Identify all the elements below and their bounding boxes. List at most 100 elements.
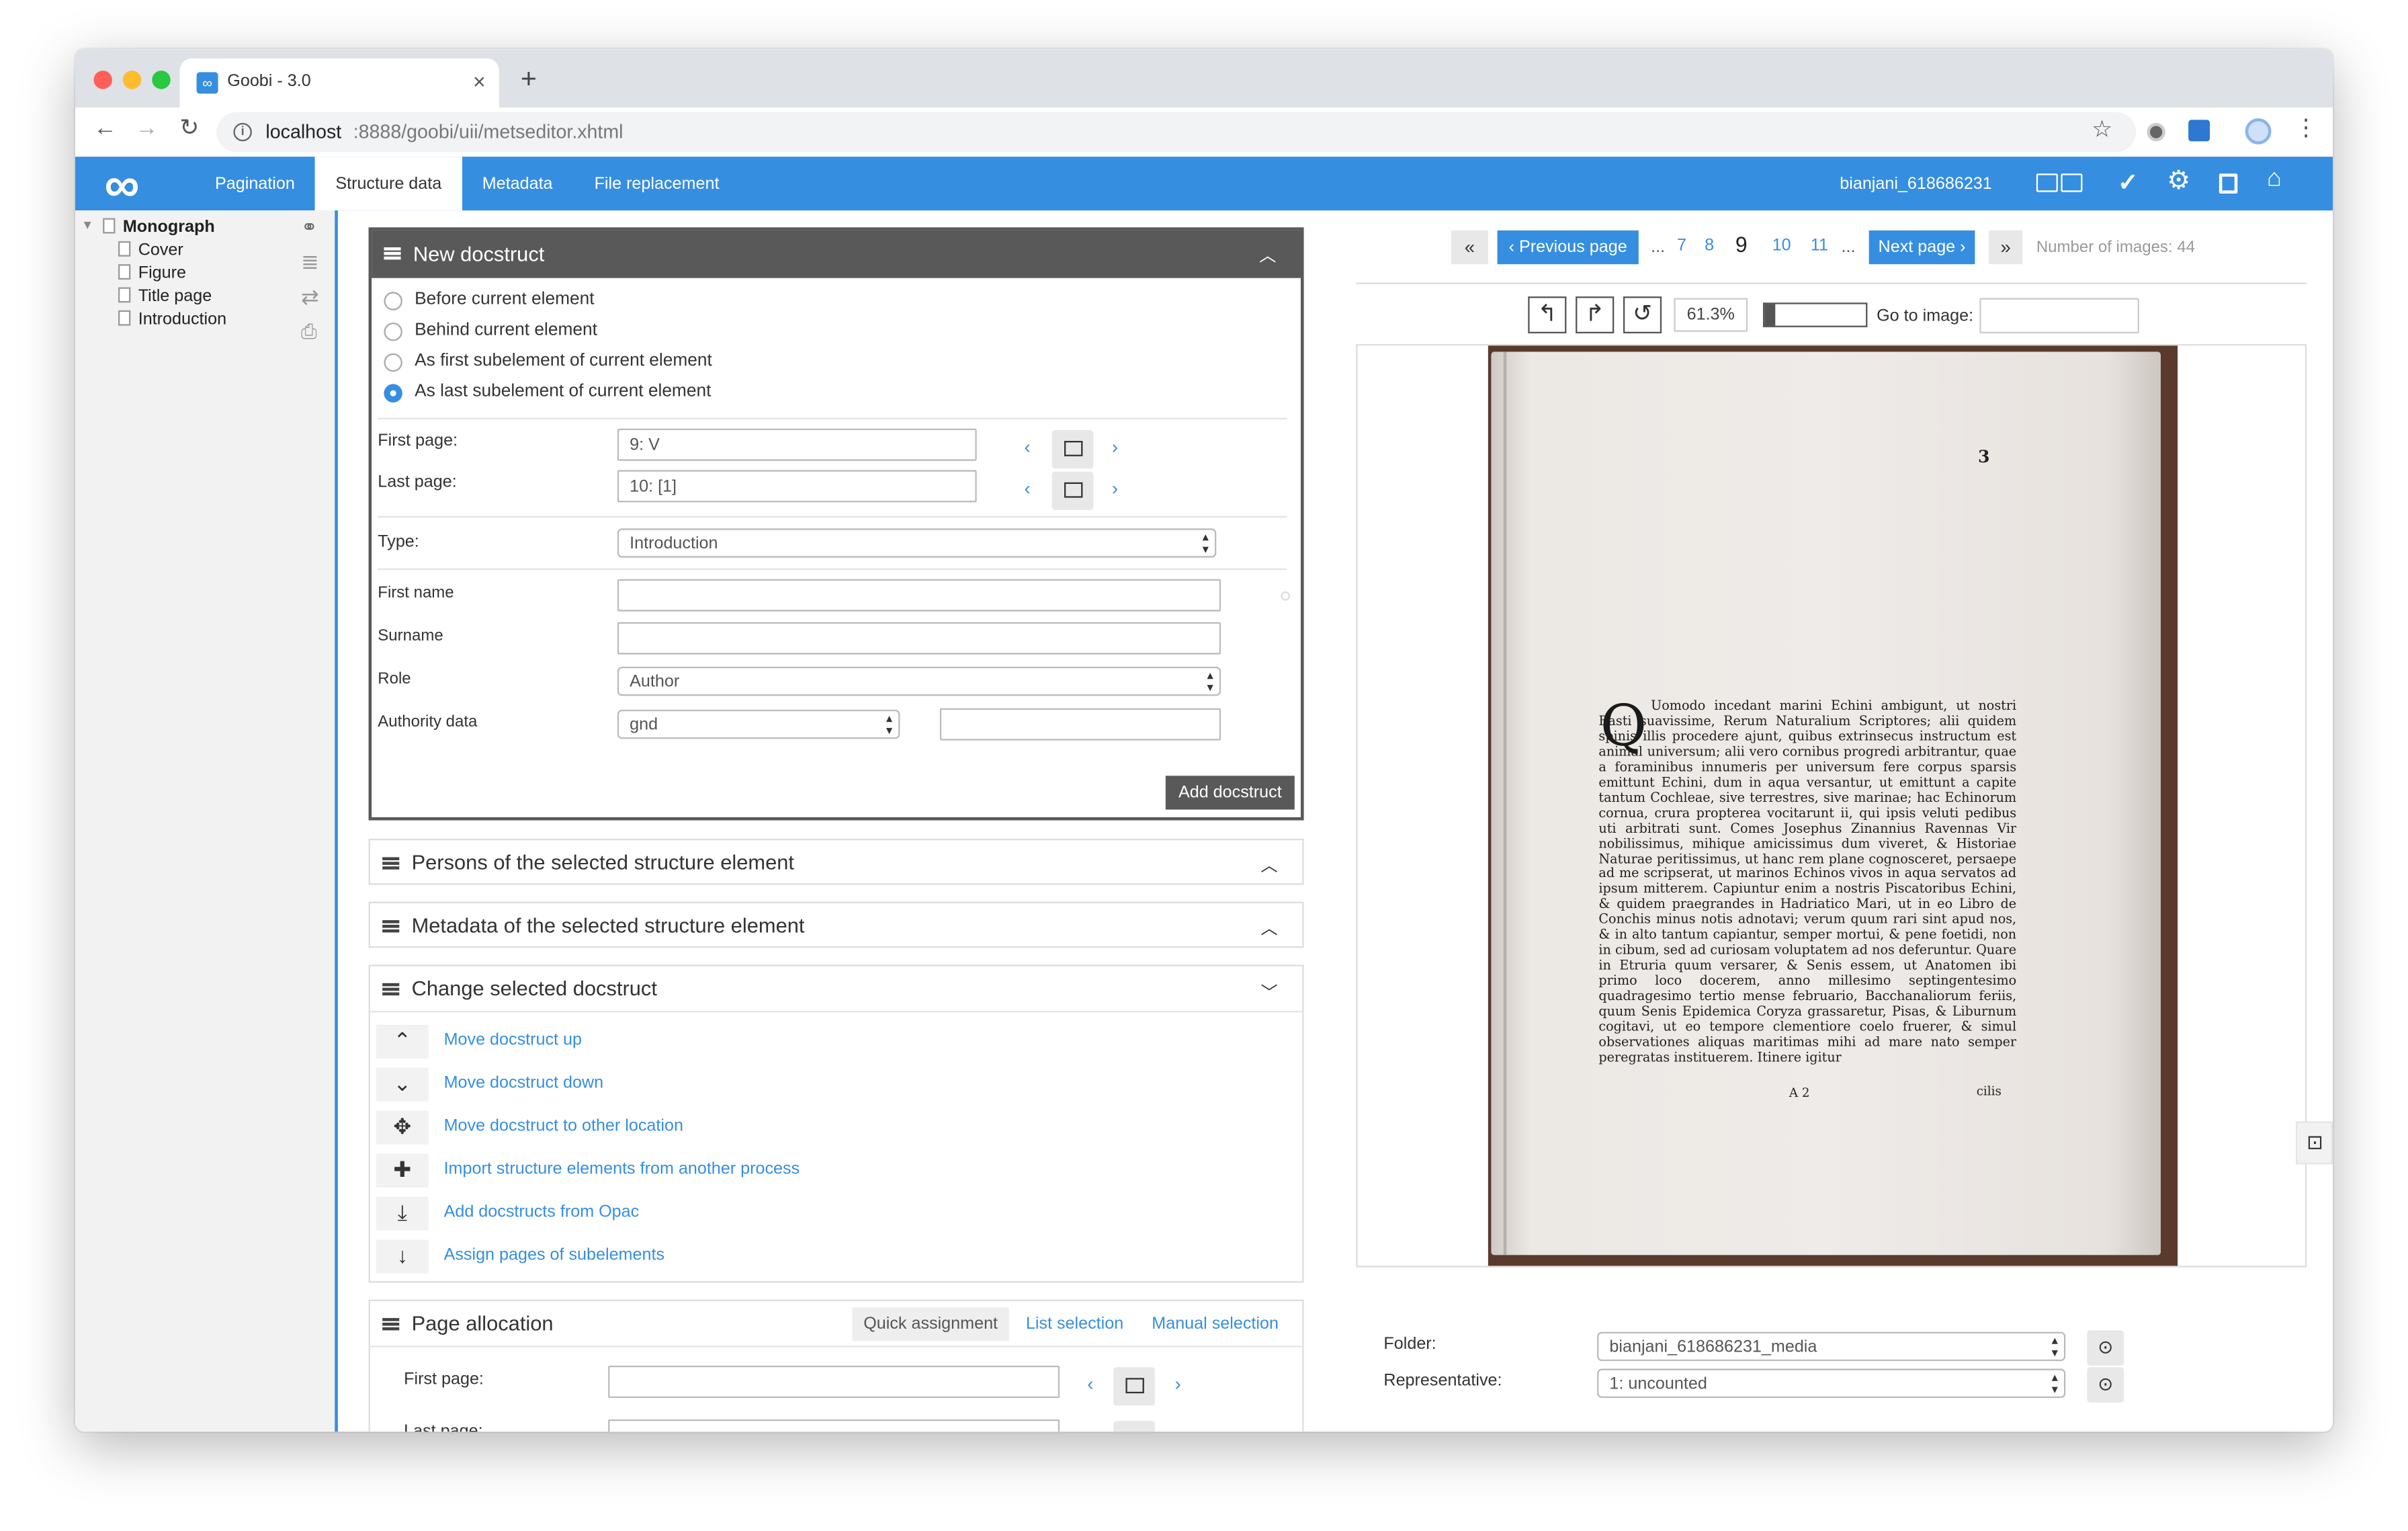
exchange-icon[interactable]: ⇄ xyxy=(301,284,319,311)
assign-pages-link[interactable]: Assign pages of subelements xyxy=(444,1246,664,1264)
move-arrows-icon[interactable]: ✥ xyxy=(376,1110,429,1145)
type-select[interactable]: Introduction ▴ ▾ xyxy=(617,528,1217,558)
tree-item-title-page[interactable]: Title page xyxy=(118,287,212,306)
image-icon[interactable] xyxy=(2036,173,2058,192)
image-viewer[interactable]: 3 Q Uomodo incedant marini Echini ambigu… xyxy=(1356,343,2307,1268)
first-page-image-button[interactable] xyxy=(1051,429,1094,469)
tab-pagination[interactable]: Pagination xyxy=(215,157,295,210)
alloc-last-page-input[interactable] xyxy=(608,1419,1060,1432)
surname-input[interactable] xyxy=(617,622,1221,655)
tab-structure-data[interactable]: Structure data xyxy=(314,157,462,211)
persons-panel[interactable]: Persons of the selected structure elemen… xyxy=(368,838,1304,885)
bookmark-tab[interactable]: ⊡ xyxy=(2296,1121,2333,1165)
metadata-panel[interactable]: Metadata of the selected structure eleme… xyxy=(368,901,1304,948)
page-link-7[interactable]: 7 xyxy=(1677,237,1686,255)
collapse-chevron-icon[interactable]: ︿ xyxy=(1261,915,1278,940)
folder-select[interactable]: bianjani_618686231_media ▴ ▾ xyxy=(1597,1331,2066,1362)
tab-manual-selection[interactable]: Manual selection xyxy=(1152,1315,1279,1333)
close-window-button[interactable] xyxy=(93,71,112,89)
tree-item-figure[interactable]: Figure xyxy=(118,264,186,283)
list-icon[interactable]: ≣ xyxy=(301,249,319,275)
rotate-right-icon[interactable]: ↱ xyxy=(1576,296,1615,333)
page-link-10[interactable]: 10 xyxy=(1772,237,1791,255)
puzzle-icon[interactable]: ✚ xyxy=(376,1153,429,1188)
first-page-next-icon[interactable]: › xyxy=(1112,436,1118,458)
go-to-image-input[interactable] xyxy=(1979,298,2139,333)
expand-chevron-icon[interactable]: ﹀ xyxy=(1261,980,1278,1005)
extension-icon[interactable] xyxy=(2147,122,2165,142)
role-select[interactable]: Author ▴ ▾ xyxy=(617,666,1221,696)
radio-before[interactable] xyxy=(384,292,402,311)
move-down-link[interactable]: Move docstruct down xyxy=(444,1074,604,1092)
alloc-first-page-input[interactable] xyxy=(608,1365,1060,1398)
alloc-image-button[interactable] xyxy=(1113,1367,1155,1406)
authority-value-input[interactable] xyxy=(939,708,1221,741)
representative-select[interactable]: 1: uncounted ▴ ▾ xyxy=(1597,1368,2066,1398)
last-page-image-button[interactable] xyxy=(1051,471,1094,510)
radio-first-sub[interactable] xyxy=(384,353,402,372)
sort-numeric-icon[interactable]: ↓ xyxy=(376,1239,429,1274)
rotate-left-icon[interactable]: ↰ xyxy=(1528,296,1567,333)
tab-close-icon[interactable]: × xyxy=(473,69,486,94)
folder-confirm-icon[interactable]: ⊙ xyxy=(2087,1330,2124,1366)
last-page-input[interactable]: 10: [1] xyxy=(617,470,977,503)
tree-item-cover[interactable]: Cover xyxy=(118,241,183,259)
next-page-button[interactable]: Next page › xyxy=(1868,230,1975,265)
collapse-chevron-icon[interactable]: ︿ xyxy=(1259,243,1276,267)
last-page-prev-icon[interactable]: ‹ xyxy=(1025,478,1031,499)
change-docstruct-header[interactable]: Change selected docstruct xyxy=(370,966,1303,1013)
reload-icon[interactable]: ↻ xyxy=(179,114,199,141)
page-link-11[interactable]: 11 xyxy=(1811,237,1828,255)
gear-icon[interactable]: ⚙ xyxy=(2167,166,2190,197)
new-tab-button[interactable]: + xyxy=(521,65,537,92)
first-page-button[interactable]: « xyxy=(1451,230,1488,265)
alloc-next-icon[interactable]: › xyxy=(1175,1373,1181,1395)
minimize-window-button[interactable] xyxy=(122,71,142,89)
first-page-input[interactable]: 9: V xyxy=(617,428,977,461)
scanned-page-image[interactable]: 3 Q Uomodo incedant marini Echini ambigu… xyxy=(1488,345,2178,1266)
tree-item-monograph[interactable]: Monograph xyxy=(103,218,215,237)
tree-item-introduction[interactable]: Introduction xyxy=(118,310,226,329)
print-icon[interactable]: ⎙ xyxy=(301,319,317,344)
move-up-link[interactable]: Move docstruct up xyxy=(444,1031,582,1049)
last-page-next-icon[interactable]: › xyxy=(1112,478,1118,499)
add-docstruct-button[interactable]: Add docstruct xyxy=(1165,776,1295,810)
first-page-prev-icon[interactable]: ‹ xyxy=(1025,436,1031,458)
save-icon[interactable] xyxy=(2219,173,2238,194)
bookmark-star-icon[interactable]: ☆ xyxy=(2092,115,2112,143)
authority-select[interactable]: gnd ▴ ▾ xyxy=(617,709,900,739)
home-icon[interactable]: ⌂ xyxy=(2267,166,2282,194)
page-link-8[interactable]: 8 xyxy=(1705,237,1714,255)
extension-app-icon[interactable] xyxy=(2188,120,2210,142)
zoom-slider-handle[interactable] xyxy=(1764,304,1776,326)
forward-arrow-icon[interactable]: → xyxy=(135,115,158,141)
maximize-window-button[interactable] xyxy=(152,71,171,89)
import-elements-link[interactable]: Import structure elements from another p… xyxy=(444,1160,800,1178)
tab-metadata[interactable]: Metadata xyxy=(482,157,559,210)
profile-avatar[interactable] xyxy=(2245,118,2272,144)
tree-expand-icon[interactable]: ▼ xyxy=(81,218,93,233)
zoom-slider[interactable] xyxy=(1762,302,1868,327)
collapse-chevron-icon[interactable]: ︿ xyxy=(1261,853,1278,878)
browser-tab[interactable]: ∞ Goobi - 3.0 × xyxy=(179,58,499,108)
last-page-button[interactable]: » xyxy=(1988,230,2023,265)
first-name-input[interactable] xyxy=(617,579,1221,612)
check-icon[interactable]: ✓ xyxy=(2118,167,2139,198)
image-icon-2[interactable] xyxy=(2061,173,2083,192)
representative-confirm-icon[interactable]: ⊙ xyxy=(2087,1367,2124,1403)
tab-file-replacement[interactable]: File replacement xyxy=(595,157,733,210)
add-from-opac-link[interactable]: Add docstructs from Opac xyxy=(444,1203,640,1221)
back-arrow-icon[interactable]: ← xyxy=(93,115,116,141)
url-field[interactable]: i localhost :8888/goobi/uii/metseditor.x… xyxy=(216,112,2137,153)
move-other-location-link[interactable]: Move docstruct to other location xyxy=(444,1117,683,1135)
move-down-icon[interactable]: ⌄ xyxy=(376,1067,429,1102)
radio-behind[interactable] xyxy=(384,322,402,341)
alloc-prev-icon[interactable]: ‹ xyxy=(1087,1373,1093,1395)
tab-quick-assignment[interactable]: Quick assignment xyxy=(852,1307,1009,1341)
link-icon[interactable]: ⚭ xyxy=(301,215,318,240)
tab-list-selection[interactable]: List selection xyxy=(1026,1315,1123,1333)
move-up-icon[interactable]: ⌃ xyxy=(376,1024,429,1059)
zoom-level-field[interactable]: 61.3% xyxy=(1674,298,1748,332)
info-icon[interactable]: i xyxy=(233,122,252,142)
alloc-last-image-button[interactable] xyxy=(1113,1421,1155,1432)
